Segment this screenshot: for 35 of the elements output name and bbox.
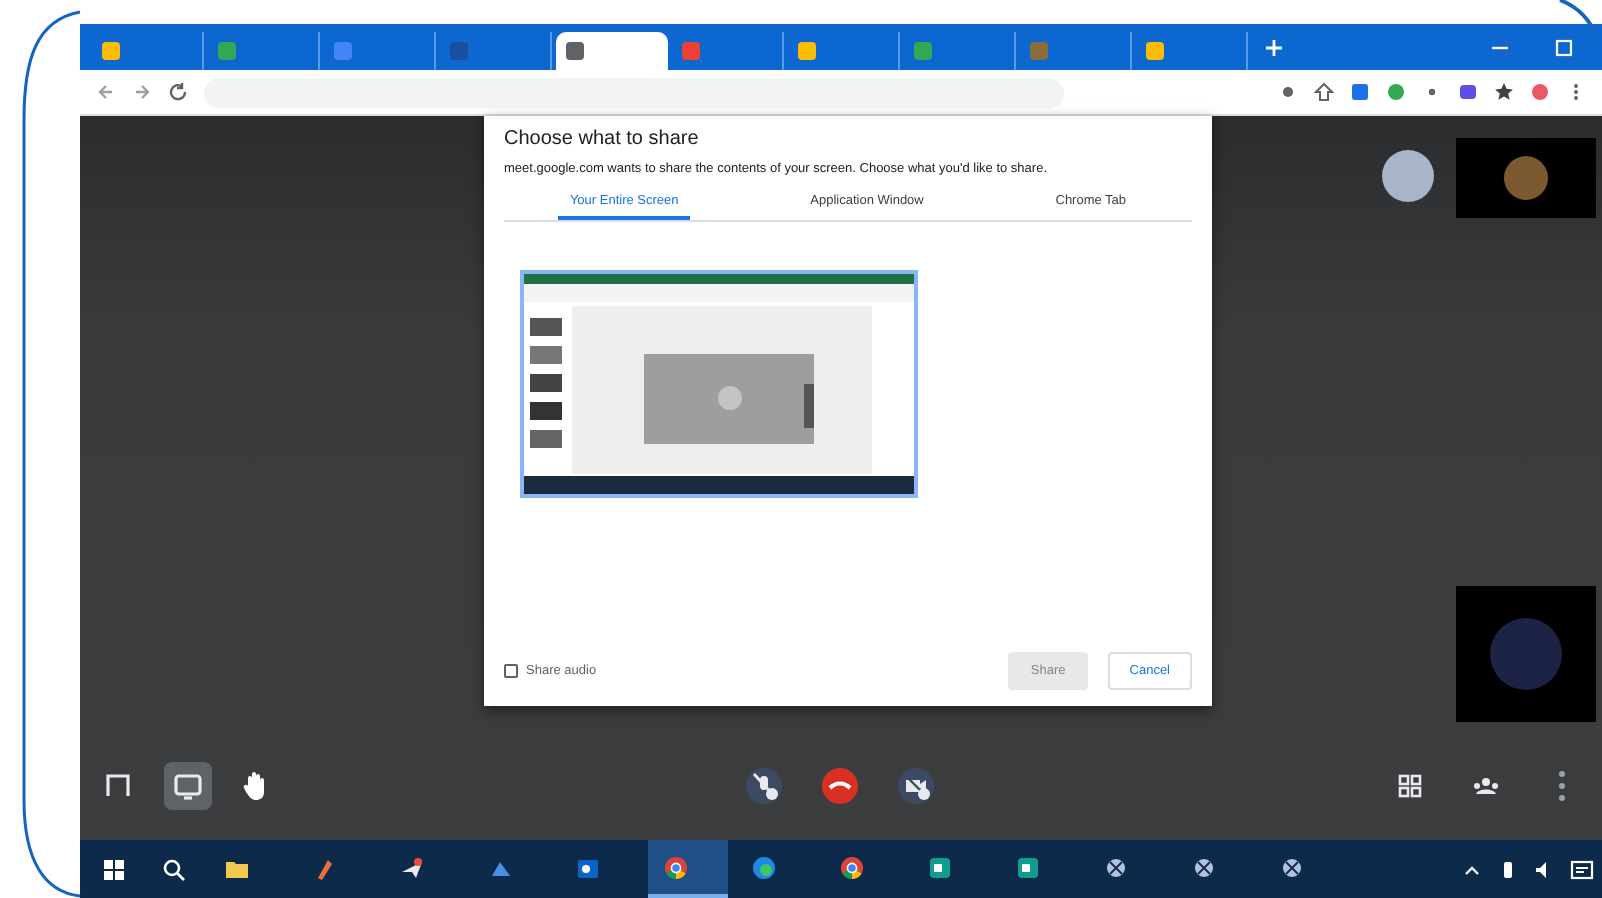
app-icon [1280,855,1304,879]
reload-icon[interactable] [168,82,188,102]
app-icon [840,855,864,879]
battery-icon[interactable] [1498,859,1518,879]
camera-off-icon [898,767,935,803]
home-icon[interactable] [1314,82,1334,102]
more-icon [1557,767,1566,803]
app-icon [1192,855,1216,879]
app-icon [1104,855,1128,879]
profile-avatar-icon[interactable] [1530,82,1550,102]
app-icon [752,855,776,879]
bookmark-star-icon[interactable] [1494,82,1514,102]
dialog-title: Choose what to share [504,128,701,150]
maximize-icon[interactable] [1554,37,1574,57]
app-icon [400,855,424,879]
app-icon [664,855,688,879]
participant-avatar [1490,618,1562,690]
end-call-icon [822,767,859,803]
participant-avatar [1382,150,1434,202]
record-icon[interactable] [1278,82,1298,102]
back-icon[interactable] [96,82,116,102]
microphone-off-icon [746,767,783,803]
new-tab-icon[interactable] [1264,37,1284,57]
notifications-icon[interactable] [1570,857,1594,881]
browser-tab[interactable] [556,32,668,70]
app-icon [928,855,952,879]
participant-avatar [1504,156,1548,200]
present-button[interactable] [164,761,212,809]
screen-thumbnail[interactable] [524,274,914,494]
search-icon[interactable] [162,857,186,881]
app-icon [1016,855,1040,879]
forward-icon[interactable] [132,82,152,102]
start-icon[interactable] [102,857,126,881]
app-icon [312,855,336,879]
app-icon [576,855,600,879]
